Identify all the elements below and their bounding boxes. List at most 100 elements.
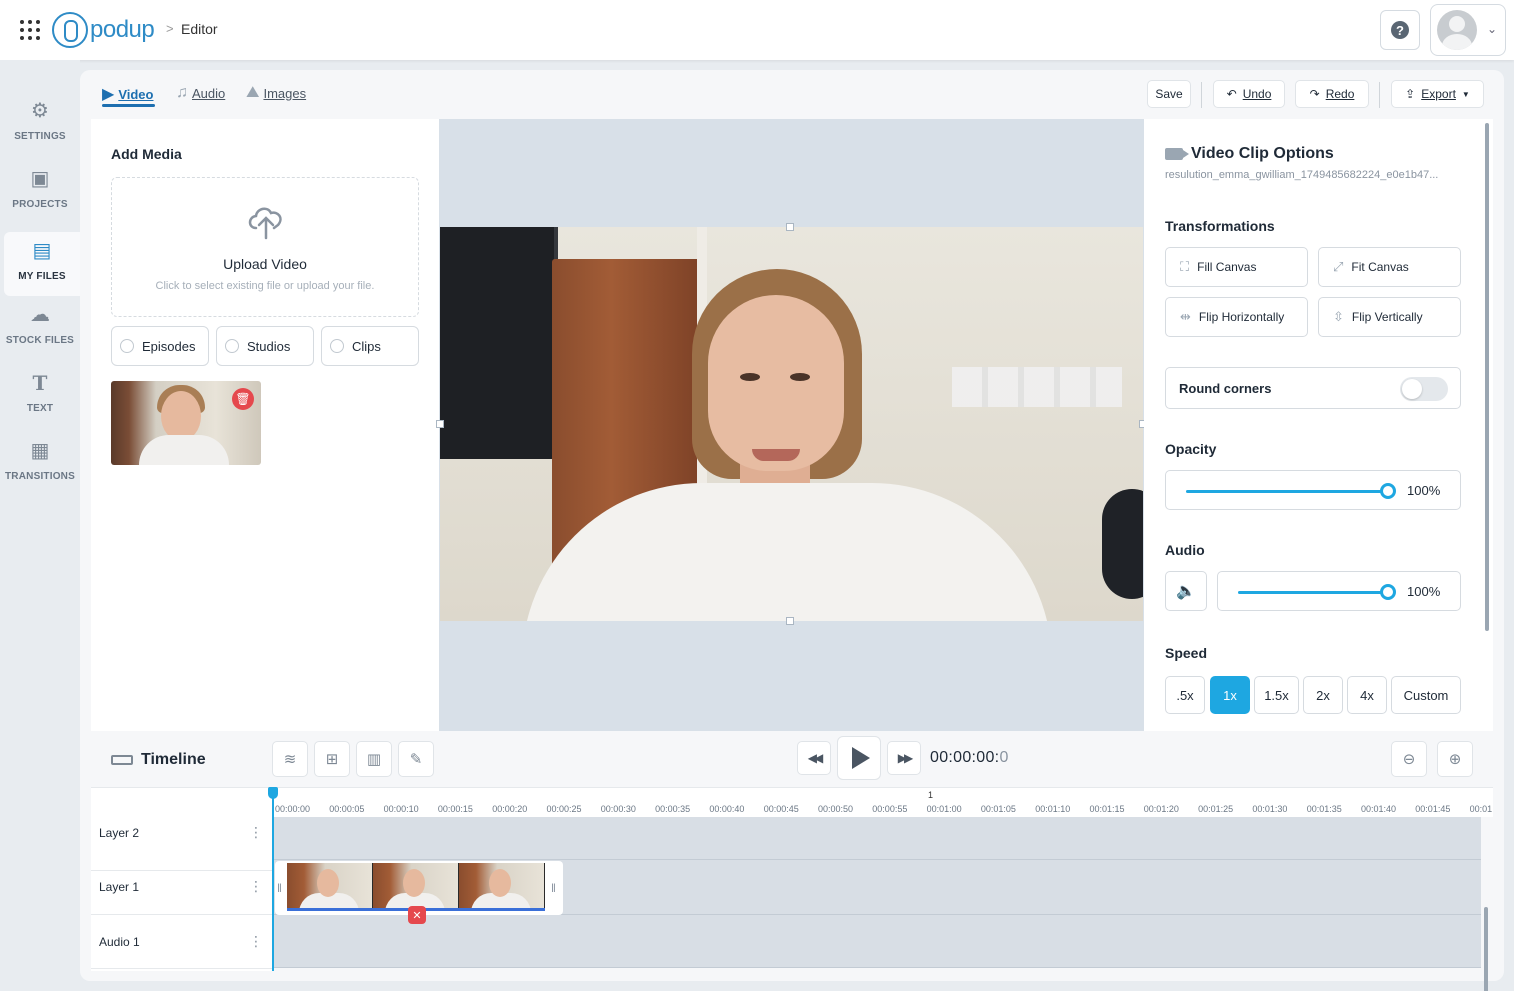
zoom-out-button[interactable]: ⊖ — [1391, 741, 1427, 777]
upload-video-dropzone[interactable]: Upload Video Click to select existing fi… — [111, 177, 419, 317]
undo-button[interactable]: ↶ Undo — [1213, 80, 1285, 108]
nav-stock-files[interactable]: ☁ STOCK FILES — [0, 296, 80, 360]
timeline-ruler[interactable]: 1 00:00:00 00:00:05 00:00:10 00:00:15 00:00:… — [91, 787, 1493, 817]
timecode-main: 00:00:00: — [930, 749, 1000, 766]
nav-transitions[interactable]: ▦ TRANSITIONS — [0, 432, 80, 496]
flip-vertically-button[interactable]: ⇳ Flip Vertically — [1318, 297, 1461, 337]
fit-canvas-button[interactable]: ⤢ Fit Canvas — [1318, 247, 1461, 287]
fast-forward-button[interactable]: ▶▶ — [887, 741, 921, 775]
delete-clip-icon[interactable]: ✕ — [408, 906, 426, 924]
play-button[interactable] — [837, 736, 881, 780]
nav-label: STOCK FILES — [5, 335, 75, 346]
zoom-in-button[interactable]: ⊕ — [1437, 741, 1473, 777]
ruler-tick-label: 00:00:50 — [818, 804, 854, 814]
nav-settings[interactable]: ⚙ SETTINGS — [0, 92, 80, 156]
rewind-button[interactable]: ◀◀ — [797, 741, 831, 775]
speed-custom-button[interactable]: Custom — [1391, 676, 1461, 714]
speed-1-5x-button[interactable]: 1.5x — [1254, 676, 1299, 714]
video-preview[interactable] — [440, 227, 1143, 621]
track-name: Audio 1 — [99, 935, 140, 949]
edit-tool-button[interactable]: ✎ — [398, 741, 434, 777]
audio-slider-handle[interactable] — [1380, 584, 1396, 600]
media-thumbnail[interactable]: 🗑 — [111, 381, 261, 465]
resize-handle-bottom[interactable] — [786, 617, 794, 625]
timeline-scrollbar[interactable] — [1484, 907, 1488, 991]
round-corners-toggle[interactable] — [1400, 377, 1448, 401]
fit-canvas-label: Fit Canvas — [1351, 260, 1409, 274]
filter-episodes[interactable]: Episodes — [111, 326, 209, 366]
apps-grid-icon[interactable] — [20, 20, 40, 40]
export-button[interactable]: ⇪ Export ▼ — [1391, 80, 1484, 108]
nav-projects[interactable]: ▣ PROJECTS — [0, 160, 80, 224]
speed-1x-button[interactable]: 1x — [1210, 676, 1250, 714]
tab-images[interactable]: ⛰ Images — [246, 84, 306, 102]
image-icon: ⛰ — [246, 84, 260, 101]
fit-canvas-icon: ⤢ — [1333, 259, 1344, 274]
podup-logo[interactable]: podup — [52, 12, 155, 48]
tab-video[interactable]: ▶ Video — [102, 84, 153, 104]
clip-trim-handle-left[interactable]: ‖ — [277, 881, 282, 895]
delete-media-icon[interactable]: 🗑 — [232, 388, 254, 410]
flip-horizontally-button[interactable]: ⇹ Flip Horizontally — [1165, 297, 1308, 337]
logo-text: podup — [90, 16, 155, 43]
ruler-tick-label: 00:00:45 — [763, 804, 799, 814]
save-button[interactable]: Save — [1147, 80, 1191, 108]
top-bar: podup > Editor ? ⌄ — [0, 0, 1514, 60]
video-camera-icon — [1165, 148, 1189, 160]
user-menu-button[interactable]: ⌄ — [1430, 4, 1506, 56]
more-vertical-icon[interactable]: ⋮ — [249, 824, 263, 841]
gear-icon: ⚙ — [31, 100, 49, 122]
split-icon: ⊞ — [325, 751, 339, 768]
nav-text[interactable]: T TEXT — [0, 364, 80, 428]
breadcrumb-editor: Editor — [181, 21, 218, 37]
upload-video-title: Upload Video — [223, 256, 307, 272]
video-clip[interactable]: ‖ ‖ ✕ — [275, 861, 563, 924]
radio-icon — [225, 339, 239, 353]
nav-label: TRANSITIONS — [5, 471, 75, 482]
redo-button[interactable]: ↷ Redo — [1295, 80, 1369, 108]
speed-4x-button[interactable]: 4x — [1347, 676, 1387, 714]
opacity-slider-handle[interactable] — [1380, 483, 1396, 499]
resize-handle-left[interactable] — [436, 420, 444, 428]
tab-audio[interactable]: ♫ Audio — [176, 84, 225, 102]
timeline-panel: Timeline ≋ ⊞ ▥ ✎ ◀◀ ▶▶ 00:00:00:0 ⊖ ⊕ 1 … — [91, 731, 1493, 991]
opacity-heading: Opacity — [1165, 441, 1217, 457]
resize-handle-top[interactable] — [786, 223, 794, 231]
nav-my-files[interactable]: ▤ MY FILES — [4, 232, 80, 296]
layers-tool-button[interactable]: ≋ — [272, 741, 308, 777]
track-divider — [273, 967, 1481, 968]
timeline-title-text: Timeline — [141, 751, 206, 768]
volume-button[interactable]: 🔈 — [1165, 571, 1207, 611]
speed-2x-button[interactable]: 2x — [1303, 676, 1343, 714]
ruler-tick-label: 00:00:00 — [275, 804, 311, 814]
split-tool-button[interactable]: ⊞ — [314, 741, 350, 777]
speed-0-5x-button[interactable]: .5x — [1165, 676, 1205, 714]
help-button[interactable]: ? — [1380, 10, 1420, 50]
options-title-text: Video Clip Options — [1191, 145, 1334, 162]
editor-main: ▶ Video ♫ Audio ⛰ Images Save ↶ Undo ↷ R… — [80, 70, 1504, 991]
radio-icon — [120, 339, 134, 353]
playhead[interactable] — [272, 789, 274, 971]
video-bg-papers — [952, 367, 1122, 407]
ruler-tick-label: 00:01:05 — [980, 804, 1016, 814]
fill-canvas-button[interactable]: ⛶ Fill Canvas — [1165, 247, 1308, 287]
frame-face — [317, 869, 339, 897]
options-title: Video Clip Options — [1165, 145, 1334, 163]
audio-slider-track[interactable] — [1238, 591, 1388, 594]
filter-studios[interactable]: Studios — [216, 326, 314, 366]
ruler-tick-label: 00:01:20 — [1143, 804, 1179, 814]
filter-clips[interactable]: Clips — [321, 326, 419, 366]
fill-canvas-icon: ⛶ — [1180, 259, 1190, 274]
options-scrollbar[interactable] — [1485, 123, 1489, 631]
track-labels: Layer 2 ⋮ Layer 1 ⋮ Audio 1 ⋮ — [91, 817, 273, 971]
playhead-handle[interactable] — [268, 787, 278, 799]
ruler-tick-label: 00:01:00 — [926, 804, 962, 814]
clip-trim-handle-right[interactable]: ‖ — [551, 881, 556, 895]
redo-label: Redo — [1325, 87, 1355, 101]
ruler-tick-label: 00:00:40 — [709, 804, 745, 814]
opacity-slider-track[interactable] — [1186, 490, 1388, 493]
ruler-tick-label: 00:00:20 — [492, 804, 528, 814]
trim-tool-button[interactable]: ▥ — [356, 741, 392, 777]
more-vertical-icon[interactable]: ⋮ — [249, 933, 263, 950]
more-vertical-icon[interactable]: ⋮ — [249, 878, 263, 895]
